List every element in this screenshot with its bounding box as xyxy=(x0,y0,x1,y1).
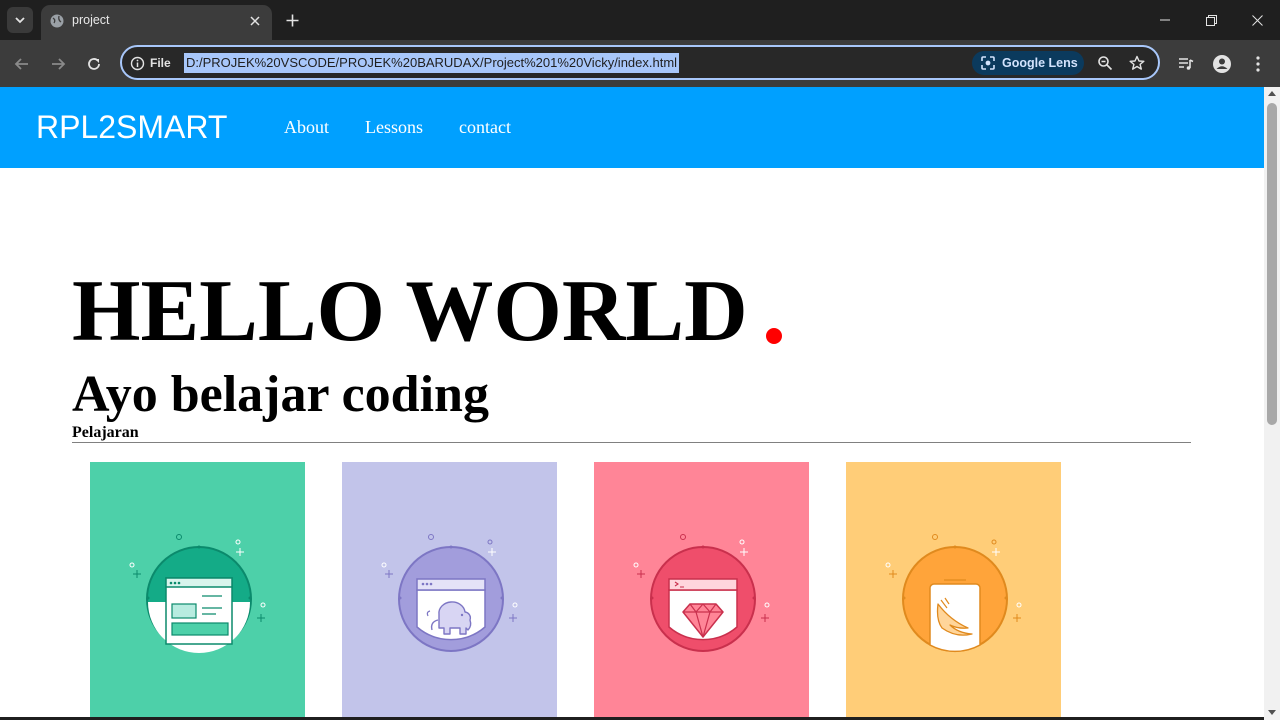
section-divider xyxy=(72,442,1191,443)
reload-icon xyxy=(88,58,100,70)
kebab-menu-icon xyxy=(1256,56,1260,72)
scroll-up-arrow-icon[interactable] xyxy=(1268,91,1276,96)
media-controls-button[interactable] xyxy=(1172,50,1200,78)
section-label: Pelajaran xyxy=(72,424,139,441)
chevron-down-icon xyxy=(15,17,25,24)
new-tab-button[interactable] xyxy=(282,10,302,30)
close-icon xyxy=(1251,14,1263,26)
lesson-card-web[interactable] xyxy=(90,462,305,717)
plus-icon xyxy=(286,14,298,26)
swift-bird-icon xyxy=(885,534,1022,653)
star-icon xyxy=(1129,55,1145,70)
lesson-card-php[interactable] xyxy=(342,462,557,717)
media-icon xyxy=(1179,58,1194,70)
close-icon xyxy=(250,16,260,26)
google-lens-label: Google Lens xyxy=(1002,56,1078,70)
browser-menu-button[interactable] xyxy=(1244,50,1272,78)
globe-icon xyxy=(50,14,64,28)
back-button[interactable] xyxy=(8,50,36,78)
profile-button[interactable] xyxy=(1208,50,1236,78)
zoom-icon xyxy=(1098,56,1113,71)
nav-link-contact[interactable]: contact xyxy=(459,117,511,138)
ruby-gem-icon xyxy=(633,534,770,652)
page-scrollbar[interactable] xyxy=(1264,87,1280,720)
hero-accent-dot xyxy=(766,328,782,344)
site-info-chip[interactable]: File xyxy=(130,54,171,72)
close-window-button[interactable] xyxy=(1234,0,1280,40)
tab-search-button[interactable] xyxy=(7,7,33,33)
google-lens-button[interactable]: Google Lens xyxy=(972,51,1084,75)
forward-button[interactable] xyxy=(44,50,72,78)
arrow-left-icon xyxy=(14,58,28,70)
arrow-right-icon xyxy=(52,58,66,70)
zoom-button[interactable] xyxy=(1095,53,1115,73)
hero-subtitle: Ayo belajar coding xyxy=(72,366,489,423)
nav-link-lessons[interactable]: Lessons xyxy=(365,117,423,138)
reload-button[interactable] xyxy=(80,50,108,78)
tab-close-button[interactable] xyxy=(247,13,263,29)
site-info-label: File xyxy=(150,56,171,70)
nav-link-about[interactable]: About xyxy=(284,117,329,138)
lens-icon xyxy=(981,56,995,70)
lesson-card-swift[interactable] xyxy=(846,462,1061,717)
page-viewport: RPL2SMART About Lessons contact HELLO WO… xyxy=(0,87,1264,717)
lesson-card-ruby[interactable] xyxy=(594,462,809,717)
url-text[interactable]: D:/PROJEK%20VSCODE/PROJEK%20BARUDAX/Proj… xyxy=(184,53,680,73)
tab-strip: project xyxy=(0,0,1280,40)
scroll-down-arrow-icon[interactable] xyxy=(1268,710,1276,715)
elephant-icon xyxy=(381,534,518,652)
bookmark-button[interactable] xyxy=(1127,53,1147,73)
browser-window-icon xyxy=(129,534,266,653)
site-navbar: RPL2SMART About Lessons contact xyxy=(0,87,1264,168)
restore-button[interactable] xyxy=(1188,0,1234,40)
browser-toolbar: File D:/PROJEK%20VSCODE/PROJEK%20BARUDAX… xyxy=(0,40,1280,87)
site-brand[interactable]: RPL2SMART xyxy=(36,109,227,146)
browser-tab[interactable]: project xyxy=(41,5,272,40)
profile-icon xyxy=(1213,55,1231,73)
hero-title: HELLO WORLD xyxy=(72,263,748,360)
minimize-icon xyxy=(1160,19,1170,21)
address-bar[interactable]: File D:/PROJEK%20VSCODE/PROJEK%20BARUDAX… xyxy=(120,45,1160,80)
tab-title: project xyxy=(72,13,110,27)
info-icon xyxy=(130,56,145,70)
restore-icon xyxy=(1205,14,1217,26)
scrollbar-thumb[interactable] xyxy=(1267,103,1277,425)
minimize-button[interactable] xyxy=(1142,0,1188,40)
